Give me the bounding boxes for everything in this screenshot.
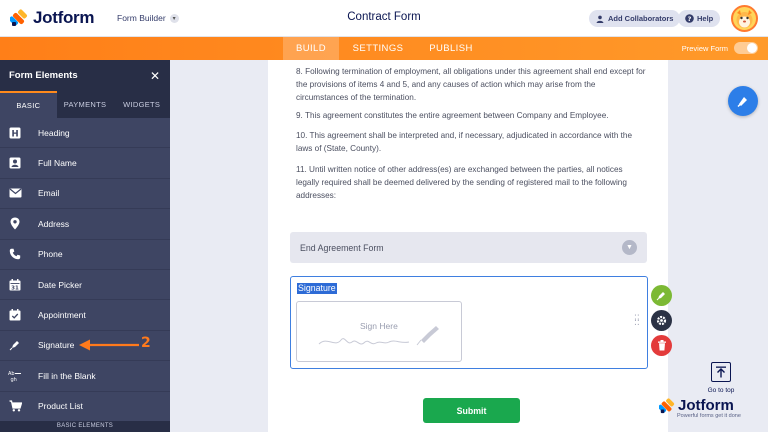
element-email[interactable]: Email [0,179,170,210]
edit-field-button[interactable] [651,285,672,306]
paragraph-8[interactable]: 8. Following termination of employment, … [296,66,648,104]
panel-tabs: BASIC PAYMENTS WIDGETS [0,91,170,118]
paragraph-11[interactable]: 11. Until written notice of other addres… [296,164,648,202]
element-fill-in-the-blank[interactable]: Ab _gh Fill in the Blank [0,361,170,392]
element-label: Product List [38,401,83,412]
fill-blank-icon: Ab _gh [0,370,30,382]
brand-name: Jotform [33,8,95,27]
signature-field[interactable]: Signature Sign Here [290,276,648,369]
element-label: Signature [38,340,75,351]
jotform-logo[interactable]: Jotform [9,8,95,28]
watermark-tagline: Powerful forms get it done [677,413,741,419]
element-label: Address [38,218,70,229]
go-to-top-button[interactable]: Go to top [703,362,739,394]
user-icon [596,15,604,23]
signature-label[interactable]: Signature [297,283,337,294]
jotform-watermark: Jotform Powerful forms get it done [659,397,741,419]
paragraph-10[interactable]: 10. This agreement shall be interpreted … [296,130,648,156]
basic-elements-footer: BASIC ELEMENTS [0,421,170,432]
element-heading[interactable]: H Heading [0,118,170,149]
submit-button[interactable]: Submit [423,398,520,423]
calendar-icon: 31 [0,278,30,291]
section-title: End Agreement Form [300,242,384,253]
element-label: Email [38,188,60,199]
svg-text:_gh: _gh [8,377,17,382]
element-appointment[interactable]: Appointment [0,300,170,331]
heading-icon: H [0,127,30,139]
trash-icon [657,340,666,351]
feather-pen-icon [656,292,665,301]
element-label: Date Picker [38,279,82,290]
chevron-down-icon: ▾ [169,13,179,23]
preview-form-toggle[interactable] [734,42,758,54]
panel-title: Form Elements [9,70,78,81]
annotation-number: 2 [141,335,151,351]
user-avatar[interactable] [731,5,758,32]
envelope-icon [0,188,30,198]
panel-header: Form Elements ✕ [0,60,170,91]
map-pin-icon [0,217,30,230]
sign-here-placeholder: Sign Here [360,321,398,331]
jotform-logo-icon [9,9,28,27]
form-builder-label: Form Builder [117,13,166,23]
person-icon [0,157,30,169]
top-bar: Jotform Form Builder ▾ Contract Form Add… [0,0,768,37]
tab-settings[interactable]: SETTINGS [343,37,413,60]
help-button[interactable]: ? Help [678,10,721,27]
form-elements-panel: Form Elements ✕ BASIC PAYMENTS WIDGETS H… [0,60,170,432]
element-label: Phone [38,249,63,260]
element-product-list[interactable]: Product List [0,392,170,422]
svg-text:H: H [11,129,18,139]
delete-field-button[interactable] [651,335,672,356]
element-address[interactable]: Address [0,209,170,240]
svg-text:31: 31 [11,285,19,291]
close-icon[interactable]: ✕ [150,69,160,83]
go-to-top-label: Go to top [707,387,735,394]
tab-widgets[interactable]: WIDGETS [113,91,170,118]
element-label: Heading [38,127,70,138]
avatar-face-icon [736,10,753,28]
tab-payments[interactable]: PAYMENTS [57,91,114,118]
section-collapse[interactable]: End Agreement Form ▼ [290,232,647,263]
element-date-picker[interactable]: 31 Date Picker [0,270,170,301]
form-builder-dropdown[interactable]: Form Builder ▾ [117,13,179,23]
arrow-up-icon [711,362,731,382]
add-collaborators-label: Add Collaborators [608,14,674,23]
phone-icon [0,248,30,260]
watermark-brand: Jotform [678,397,734,414]
drag-handle-icon[interactable]: ⁚⁚ ⁚⁚ [634,314,642,327]
cart-icon [0,400,30,412]
pen-icon [0,339,30,351]
svg-text:?: ? [688,15,692,23]
chevron-down-icon[interactable]: ▼ [622,240,637,255]
signature-pad[interactable]: Sign Here [296,301,462,362]
paint-roller-icon [737,97,747,108]
tab-publish[interactable]: PUBLISH [418,37,484,60]
add-collaborators-button[interactable]: Add Collaborators [589,10,681,27]
form-designer-button[interactable] [728,86,758,116]
element-label: Fill in the Blank [38,370,96,381]
builder-nav: BUILD SETTINGS PUBLISH Preview Form [0,37,768,60]
tab-basic[interactable]: BASIC [0,91,57,118]
tab-build[interactable]: BUILD [283,37,339,60]
appointment-icon [0,309,30,321]
jotform-logo-icon [659,397,675,413]
field-settings-button[interactable] [651,310,672,331]
element-label: Appointment [38,310,86,321]
paragraph-9[interactable]: 9. This agreement constitutes the entire… [296,110,648,123]
annotation-arrow-icon [79,339,139,351]
element-label: Full Name [38,158,77,169]
element-phone[interactable]: Phone [0,240,170,270]
preview-form-toggle-group: Preview Form [682,42,758,54]
help-label: Help [697,14,714,23]
gear-icon [656,315,667,326]
element-full-name[interactable]: Full Name [0,148,170,179]
question-icon: ? [685,14,694,23]
preview-form-label: Preview Form [681,43,728,53]
scribble-icon [318,326,439,346]
